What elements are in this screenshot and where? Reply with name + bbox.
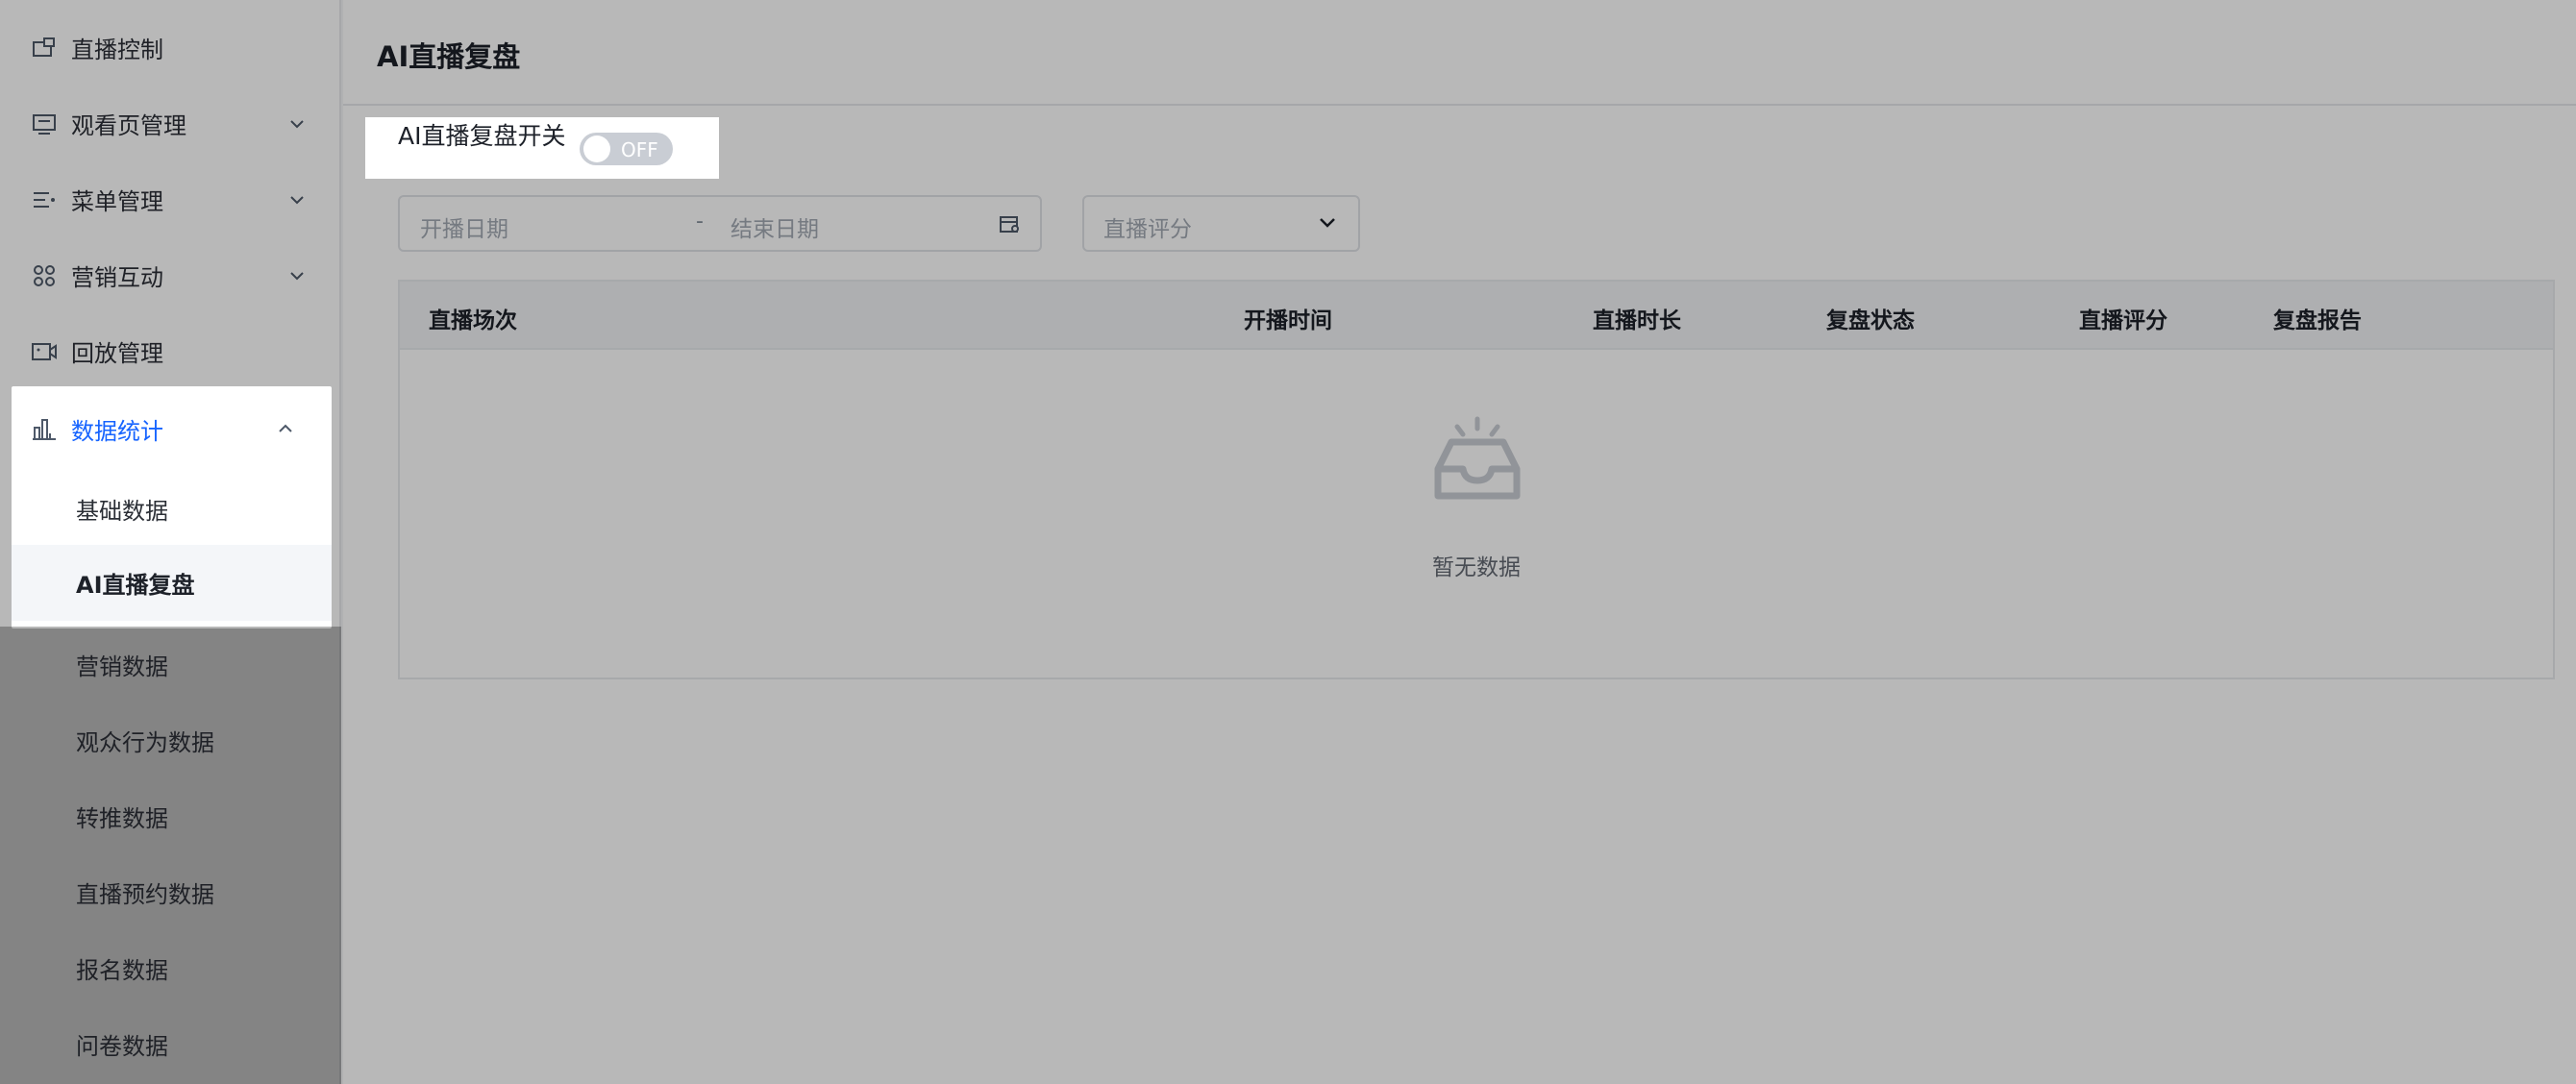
column-header: 直播时长 [1593, 308, 1681, 333]
empty-inbox-icon [1432, 413, 1523, 504]
sidebar-item-marketing[interactable]: 营销互动 [0, 237, 341, 313]
start-date-input[interactable]: 开播日期 [420, 210, 508, 243]
sidebar-subitem-basic-data[interactable]: 基础数据 [12, 471, 332, 547]
page-title: AI直播复盘 [377, 40, 521, 73]
toggle-state-text: OFF [621, 138, 658, 161]
sidebar-subitem-label: 营销数据 [76, 653, 168, 680]
date-separator: - [696, 209, 704, 234]
sidebar-subitem-ai-review[interactable]: AI直播复盘 [12, 545, 332, 621]
sidebar-subitem-label: AI直播复盘 [76, 572, 195, 599]
sidebar-item-label: 直播控制 [71, 37, 163, 63]
sidebar-subitem-relay-data[interactable]: 转推数据 [0, 778, 341, 854]
sidebar-item-label: 数据统计 [71, 417, 163, 445]
chevron-down-icon [287, 190, 307, 209]
column-header: 直播场次 [429, 308, 517, 333]
sidebar-item-playback[interactable]: 回放管理 [0, 313, 341, 389]
sidebar-subitem-label: 基础数据 [76, 498, 168, 525]
bar-chart-icon [31, 415, 58, 442]
table-header: 直播场次 开播时间 直播时长 复盘状态 直播评分 复盘报告 [400, 282, 2553, 350]
rating-select-placeholder: 直播评分 [1103, 217, 1192, 242]
column-header: 开播时间 [1244, 308, 1332, 333]
highlight-switch-row: AI直播复盘开关 OFF [365, 117, 719, 179]
sidebar-item-data-stats[interactable]: 数据统计 [0, 386, 341, 471]
column-header: 直播评分 [2079, 308, 2167, 333]
sidebar-subitem-label: 观众行为数据 [76, 729, 214, 756]
empty-state-text: 暂无数据 [1432, 555, 1521, 580]
toggle-knob [583, 136, 610, 162]
end-date-input[interactable]: 结束日期 [731, 210, 819, 243]
screen-icon [31, 35, 58, 62]
highlight-data-stats: 数据统计 基础数据 AI直播复盘 [12, 386, 332, 628]
review-table: 直播场次 开播时间 直播时长 复盘状态 直播评分 复盘报告 暂无数据 [398, 280, 2555, 679]
grid-icon [31, 262, 58, 289]
sidebar-subitem-survey-data[interactable]: 问卷数据 [0, 1006, 341, 1082]
sidebar-item-label: 观看页管理 [71, 112, 186, 139]
monitor-icon [31, 111, 58, 137]
sidebar-subitem-label: 直播预约数据 [76, 881, 214, 908]
column-header: 复盘报告 [2273, 308, 2362, 333]
date-range-picker[interactable]: 开播日期 - 结束日期 [398, 195, 1042, 252]
sidebar-item-label: 回放管理 [71, 340, 163, 367]
column-header: 复盘状态 [1826, 308, 1915, 333]
sidebar-subitem-registration-data[interactable]: 报名数据 [0, 930, 341, 1006]
sidebar-subitem-label: 问卷数据 [76, 1033, 168, 1060]
sidebar-subitem-reservation-data[interactable]: 直播预约数据 [0, 854, 341, 930]
sidebar-subitem-label: 转推数据 [76, 805, 168, 832]
page-header: AI直播复盘 [343, 0, 2576, 106]
chevron-down-icon [287, 114, 307, 134]
calendar-icon [998, 212, 1021, 235]
rating-select[interactable]: 直播评分 [1082, 195, 1360, 252]
chevron-down-icon [1318, 215, 1337, 234]
chevron-down-icon [287, 266, 307, 285]
sidebar-item-viewing-page[interactable]: 观看页管理 [0, 86, 341, 161]
video-icon [31, 338, 58, 365]
sidebar-item-label: 菜单管理 [71, 188, 163, 215]
chevron-up-icon [276, 419, 295, 438]
sidebar-subitem-marketing-data[interactable]: 营销数据 [0, 627, 341, 702]
sidebar-subitem-label: 报名数据 [76, 957, 168, 984]
sidebar-item-live-control[interactable]: 直播控制 [0, 10, 341, 86]
ai-review-switch-label: AI直播复盘开关 [398, 122, 566, 150]
sidebar-item-menu-management[interactable]: 菜单管理 [0, 161, 341, 237]
sidebar-subitem-audience-data[interactable]: 观众行为数据 [0, 702, 341, 778]
sidebar-item-label: 营销互动 [71, 264, 163, 291]
menu-list-icon [31, 186, 58, 213]
ai-review-toggle[interactable]: OFF [580, 133, 673, 165]
